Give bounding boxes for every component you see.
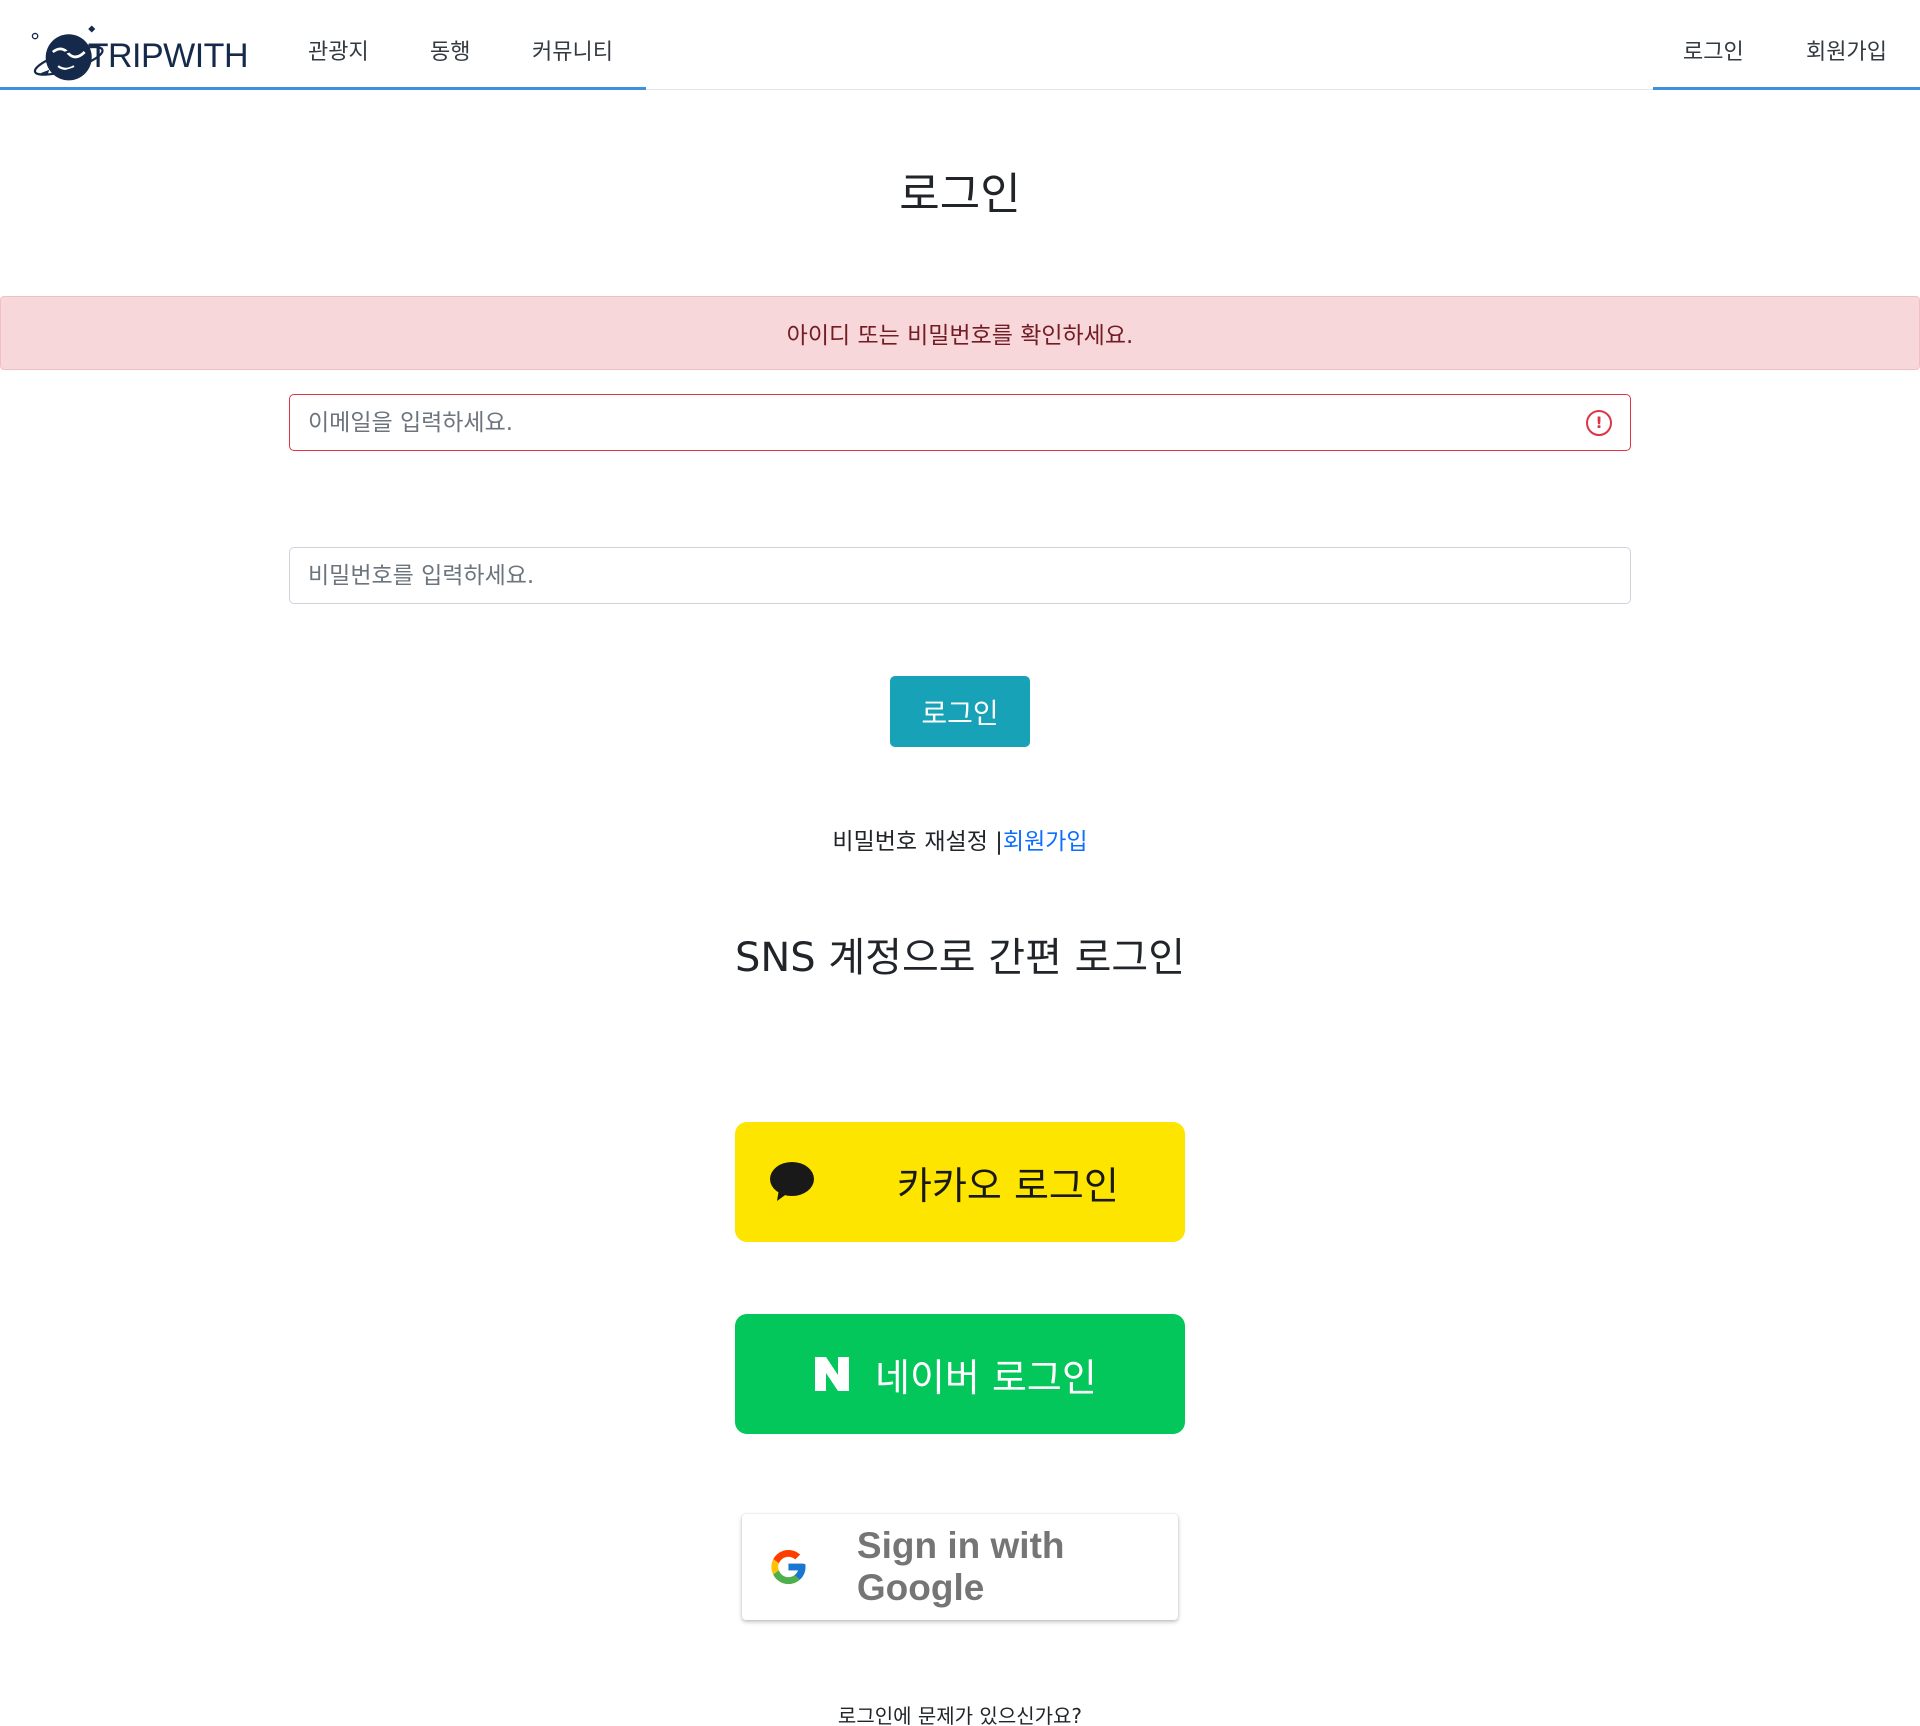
google-g-icon [771, 1549, 806, 1585]
link-separator: | [995, 829, 1003, 855]
password-input[interactable] [308, 562, 1612, 589]
naver-login-label: 네이버 로그인 [875, 1355, 1097, 1400]
email-field[interactable]: ! [289, 394, 1631, 451]
nav-link-attractions[interactable]: 관광지 [308, 34, 369, 66]
brand-name: TRIPWITH [87, 36, 249, 75]
sns-login-heading: SNS 계정으로 간편 로그인 [734, 935, 1186, 981]
error-icon: ! [1586, 409, 1612, 436]
reset-password-link[interactable]: 비밀번호 재설정 [832, 829, 987, 855]
nav-underline-left [0, 87, 646, 90]
naver-n-icon [815, 1357, 849, 1391]
password-field[interactable] [289, 547, 1631, 604]
globe-plane-icon [31, 25, 104, 81]
kakao-login-button[interactable]: 카카오 로그인 [735, 1122, 1185, 1242]
google-login-label: Sign in with Google [856, 1525, 1065, 1608]
google-login-button[interactable]: Sign in with Google [742, 1514, 1178, 1620]
speech-bubble-icon [770, 1162, 814, 1201]
page-title: 로그인 [899, 169, 1021, 220]
nav-link-community[interactable]: 커뮤니티 [532, 34, 613, 66]
kakao-login-label: 카카오 로그인 [897, 1163, 1119, 1208]
login-button[interactable]: 로그인 [890, 676, 1030, 747]
signup-link[interactable]: 회원가입 [1003, 829, 1088, 855]
nav-link-signup[interactable]: 회원가입 [1806, 34, 1887, 66]
error-alert: 아이디 또는 비밀번호를 확인하세요. [0, 296, 1920, 370]
brand-logo[interactable]: TRIPWITH [28, 12, 249, 92]
nav-link-login[interactable]: 로그인 [1683, 34, 1744, 66]
account-links: 비밀번호 재설정 |회원가입 [0, 822, 1920, 856]
naver-login-button[interactable]: 네이버 로그인 [735, 1314, 1185, 1434]
login-help-text[interactable]: 로그인에 문제가 있으신가요? [0, 1700, 1920, 1726]
nav-link-companion[interactable]: 동행 [430, 34, 470, 66]
email-input[interactable] [308, 409, 1586, 436]
error-alert-text: 아이디 또는 비밀번호를 확인하세요. [786, 323, 1134, 349]
top-navbar: TRIPWITH 관광지 동행 커뮤니티 로그인 회원가입 [0, 0, 1920, 90]
nav-underline-right [1653, 87, 1920, 90]
